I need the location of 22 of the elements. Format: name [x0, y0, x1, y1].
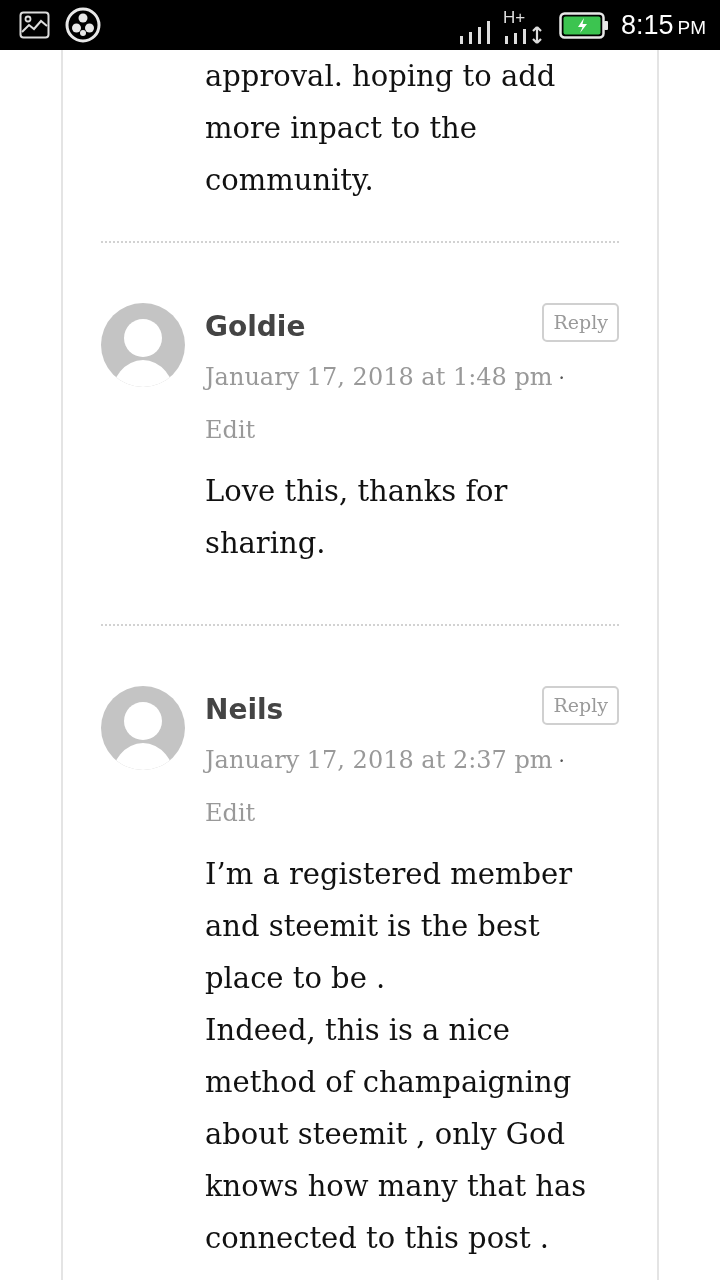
comment-text: Love this, thanks for sharing.	[205, 473, 509, 562]
avatar-icon	[101, 686, 185, 770]
edit-link[interactable]: Edit	[205, 404, 256, 456]
reply-button[interactable]: Reply	[542, 686, 619, 725]
reply-button[interactable]: Reply	[542, 303, 619, 342]
network-type: H+	[502, 9, 526, 25]
separator-dot: ·	[558, 365, 565, 392]
comment-text: Indeed, this is a nice method of champaigning about steemit , only God knows how many that has connected to this post .	[205, 1012, 588, 1257]
avatar-icon	[101, 303, 185, 387]
comment-date: January 17, 2018 at 2:37 pm	[205, 745, 553, 776]
comment-text: I’m a registered member and steemit is the best place to be .	[205, 856, 574, 997]
three-dot-circle-icon	[65, 7, 101, 43]
comment-text: approval. hoping to add more inpact to the community.	[205, 58, 557, 199]
edit-link[interactable]: Edit	[205, 787, 256, 839]
clock-period: PM	[677, 18, 706, 37]
clock-time: 8:15	[620, 11, 674, 39]
comment-author: Neils	[205, 692, 284, 728]
separator-dot: ·	[558, 748, 565, 775]
gallery-icon	[19, 11, 50, 39]
comment-author: Goldie	[205, 309, 306, 345]
battery-icon	[558, 11, 609, 39]
comment-date: January 17, 2018 at 1:48 pm	[205, 362, 553, 393]
